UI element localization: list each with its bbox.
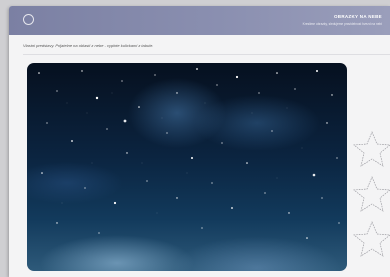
star-field bbox=[38, 68, 340, 239]
crescent-moon-icon bbox=[294, 138, 320, 168]
star-outlines bbox=[353, 131, 390, 257]
star-outline-icon bbox=[353, 221, 390, 257]
header-bar: OBRAZKY NA NEBE Kreslime obrazky, sleduj… bbox=[9, 6, 390, 35]
instruction-text: Vlastni predstavy. Prijatelne na oblasti… bbox=[23, 43, 154, 48]
night-sky-image bbox=[27, 63, 347, 271]
header-subtitle: Kreslime obrazky, sledujeme pravidelnost… bbox=[302, 22, 382, 26]
header-title: OBRAZKY NA NEBE bbox=[333, 14, 382, 19]
star-outline-icon bbox=[353, 131, 390, 167]
divider bbox=[23, 54, 390, 55]
worksheet-page: OBRAZKY NA NEBE Kreslime obrazky, sleduj… bbox=[9, 6, 390, 277]
circle-icon[interactable] bbox=[23, 14, 34, 25]
star-outline-icon bbox=[353, 176, 390, 212]
